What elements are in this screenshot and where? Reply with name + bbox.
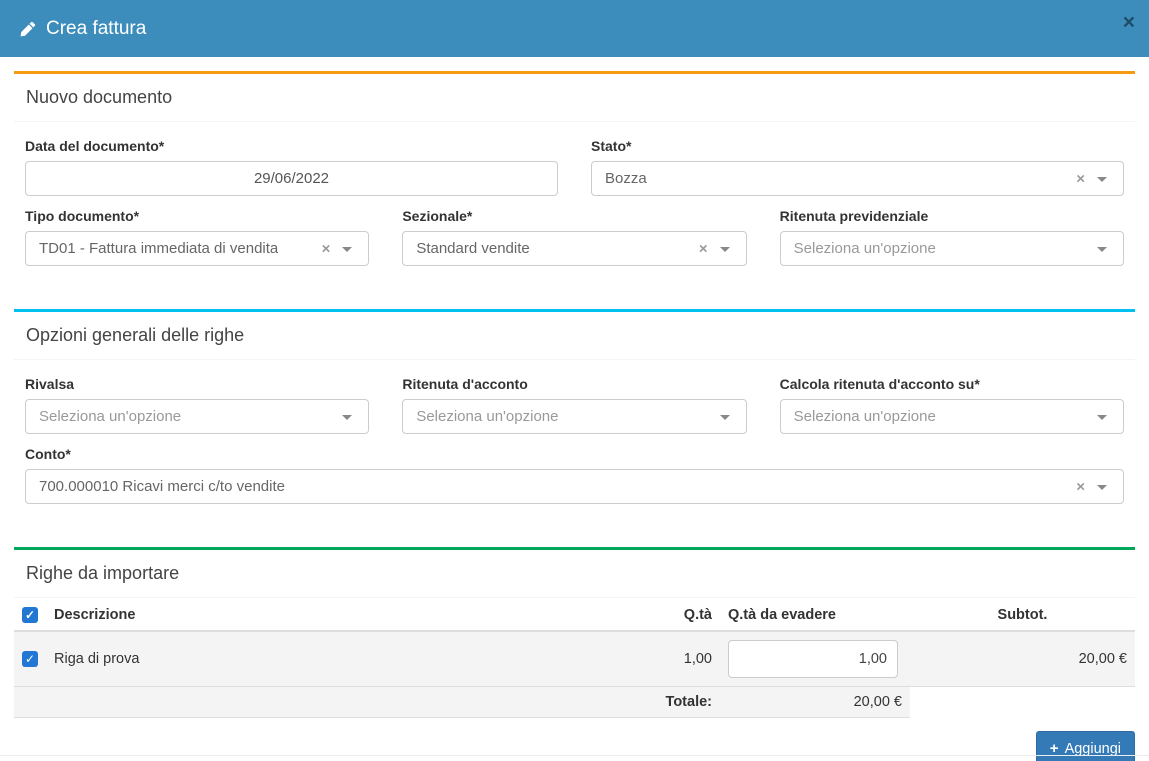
chevron-down-icon[interactable]: [1097, 247, 1107, 252]
modal-content: Nuovo documento Data del documento* Stat…: [0, 57, 1149, 761]
modal-title: Crea fattura: [20, 18, 146, 40]
stato-label: Stato*: [591, 138, 1124, 154]
row-qta: 1,00: [620, 631, 720, 687]
table-row: ✓ Riga di prova 1,00 20,00 €: [14, 631, 1135, 687]
ritenuta-previdenziale-placeholder: Seleziona un'opzione: [794, 240, 936, 257]
ritenuta-acconto-label: Ritenuta d'acconto: [402, 376, 746, 392]
col-header-qta: Q.tà: [620, 600, 720, 631]
conto-label: Conto*: [25, 446, 1124, 462]
section-opzioni-generali: Opzioni generali delle righe Rivalsa Sel…: [14, 309, 1135, 522]
ritenuta-previdenziale-label: Ritenuta previdenziale: [780, 208, 1124, 224]
sezionale-select[interactable]: Standard vendite ×: [402, 231, 746, 266]
ritenuta-acconto-placeholder: Seleziona un'opzione: [416, 408, 558, 425]
bottom-divider: [0, 755, 1149, 756]
section-title-righe-da-importare: Righe da importare: [14, 550, 1135, 598]
rivalsa-placeholder: Seleziona un'opzione: [39, 408, 181, 425]
rivalsa-select[interactable]: Seleziona un'opzione: [25, 399, 369, 434]
data-documento-input[interactable]: [25, 161, 558, 196]
clear-icon[interactable]: ×: [1076, 478, 1085, 495]
section-title-nuovo-documento: Nuovo documento: [14, 74, 1135, 122]
chevron-down-icon[interactable]: [342, 415, 352, 420]
totale-value: 20,00 €: [720, 687, 910, 718]
col-header-qta-da-evadere: Q.tà da evadere: [720, 600, 910, 631]
clear-icon[interactable]: ×: [699, 240, 708, 257]
conto-select[interactable]: 700.000010 Ricavi merci c/to vendite ×: [25, 469, 1124, 504]
modal-header: Crea fattura ×: [0, 0, 1149, 57]
clear-icon[interactable]: ×: [1076, 170, 1085, 187]
chevron-down-icon[interactable]: [342, 247, 352, 252]
stato-select[interactable]: Bozza ×: [591, 161, 1124, 196]
calcola-ritenuta-select[interactable]: Seleziona un'opzione: [780, 399, 1124, 434]
chevron-down-icon[interactable]: [1097, 415, 1107, 420]
chevron-down-icon[interactable]: [1097, 177, 1107, 182]
chevron-down-icon[interactable]: [1097, 485, 1107, 490]
close-icon[interactable]: ×: [1123, 12, 1135, 33]
col-header-descrizione: Descrizione: [46, 600, 620, 631]
rivalsa-label: Rivalsa: [25, 376, 369, 392]
section-nuovo-documento: Nuovo documento Data del documento* Stat…: [14, 71, 1135, 284]
totale-blank-cell: [910, 687, 1135, 718]
chevron-down-icon[interactable]: [720, 247, 730, 252]
data-documento-label: Data del documento*: [25, 138, 558, 154]
sezionale-select-value: Standard vendite: [416, 240, 529, 257]
chevron-down-icon[interactable]: [720, 415, 730, 420]
ritenuta-previdenziale-select[interactable]: Seleziona un'opzione: [780, 231, 1124, 266]
clear-icon[interactable]: ×: [322, 240, 331, 257]
stato-select-value: Bozza: [605, 170, 647, 187]
table-header-row: ✓ Descrizione Q.tà Q.tà da evadere Subto…: [14, 600, 1135, 631]
modal-title-text: Crea fattura: [46, 18, 146, 40]
righe-table: ✓ Descrizione Q.tà Q.tà da evadere Subto…: [14, 600, 1135, 718]
col-header-subtot: Subtot.: [910, 600, 1135, 631]
section-title-opzioni-generali: Opzioni generali delle righe: [14, 312, 1135, 360]
row-checkbox[interactable]: ✓: [22, 651, 38, 667]
calcola-ritenuta-placeholder: Seleziona un'opzione: [794, 408, 936, 425]
row-subtot: 20,00 €: [910, 631, 1135, 687]
tipo-documento-select-value: TD01 - Fattura immediata di vendita: [39, 240, 278, 257]
calcola-ritenuta-label: Calcola ritenuta d'acconto su*: [780, 376, 1124, 392]
tipo-documento-select[interactable]: TD01 - Fattura immediata di vendita ×: [25, 231, 369, 266]
totale-row: Totale: 20,00 €: [14, 687, 1135, 718]
tipo-documento-label: Tipo documento*: [25, 208, 369, 224]
select-all-checkbox[interactable]: ✓: [22, 607, 38, 623]
ritenuta-acconto-select[interactable]: Seleziona un'opzione: [402, 399, 746, 434]
totale-label: Totale:: [14, 687, 720, 718]
sezionale-label: Sezionale*: [402, 208, 746, 224]
pencil-icon: [20, 21, 36, 37]
conto-select-value: 700.000010 Ricavi merci c/to vendite: [39, 478, 285, 495]
section-righe-da-importare: Righe da importare ✓ Descrizione Q.tà Q.…: [14, 547, 1135, 761]
qta-da-evadere-input[interactable]: [728, 640, 898, 678]
aggiungi-button[interactable]: + Aggiungi: [1036, 731, 1135, 761]
row-descrizione: Riga di prova: [46, 631, 620, 687]
